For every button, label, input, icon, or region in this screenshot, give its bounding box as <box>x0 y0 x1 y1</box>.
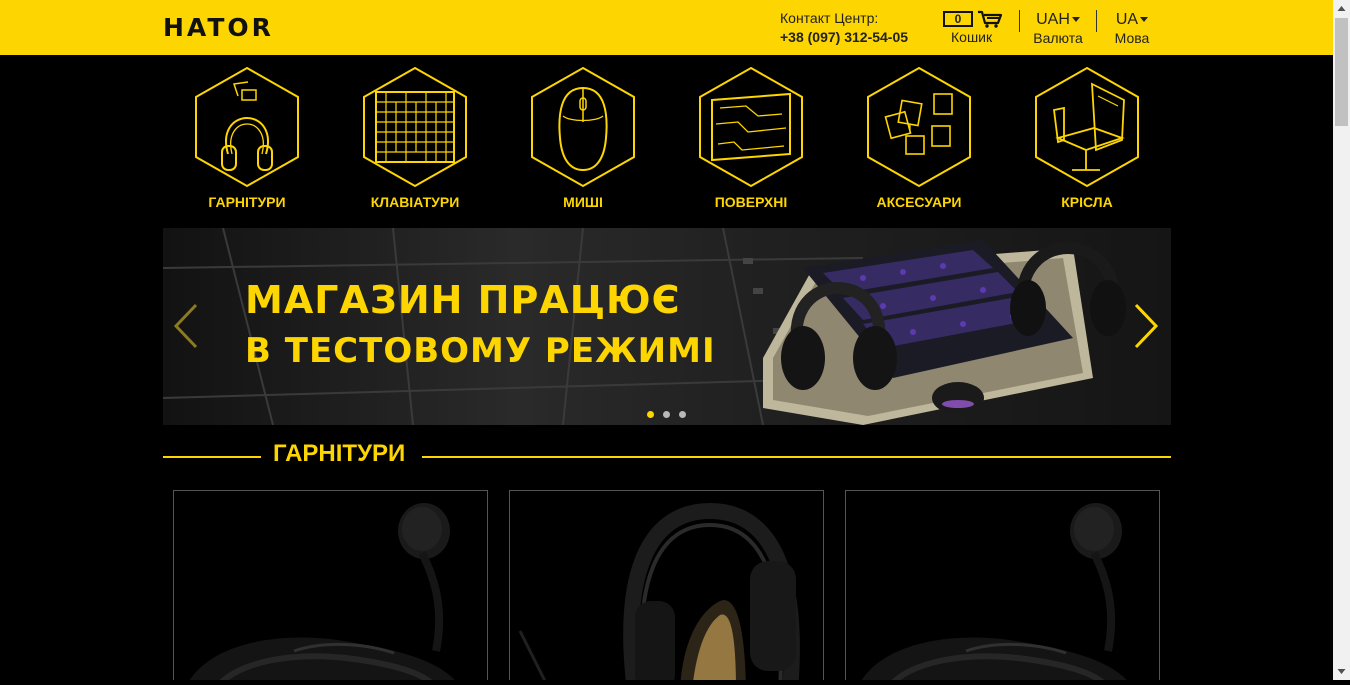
chair-icon <box>1035 66 1139 188</box>
section-header: ГАРНІТУРИ <box>163 440 1171 472</box>
category-chairs[interactable]: КРІСЛА <box>1003 66 1171 210</box>
category-label: ПОВЕРХНІ <box>714 194 788 210</box>
section-title[interactable]: ГАРНІТУРИ <box>273 440 405 468</box>
hator-logo[interactable]: HATOR <box>163 13 274 42</box>
headset-wood-image <box>518 502 800 680</box>
contact-label: Контакт Центр: <box>780 10 879 26</box>
language-label: Мова <box>1114 30 1150 46</box>
category-label: КРІСЛА <box>1061 194 1113 210</box>
chevron-right-icon <box>1134 303 1159 349</box>
category-mousepads[interactable]: ПОВЕРХНІ <box>667 66 835 210</box>
accessories-icon <box>867 66 971 188</box>
slider-dot-1[interactable] <box>647 411 654 418</box>
banner-products-image <box>763 240 1126 425</box>
slider-prev-button[interactable] <box>173 303 199 354</box>
headset-with-mic-image <box>861 503 1127 680</box>
category-label: МИШІ <box>563 194 603 210</box>
category-accessories[interactable]: АКСЕСУАРИ <box>835 66 1003 210</box>
banner-heading-line1: МАГАЗИН ПРАЦЮЄ <box>245 278 681 322</box>
banner-heading-line2: В ТЕСТОВОМУ РЕЖИМІ <box>245 331 716 371</box>
chevron-down-icon <box>1140 17 1149 23</box>
slider-next-button[interactable] <box>1133 303 1159 354</box>
currency-value: UAH <box>1036 11 1070 28</box>
headset-icon <box>195 66 299 188</box>
vertical-scrollbar[interactable] <box>1333 0 1350 680</box>
currency-label: Валюта <box>1033 30 1083 46</box>
product-card[interactable] <box>509 490 824 680</box>
mouse-icon <box>531 66 635 188</box>
mousepad-icon <box>699 66 803 188</box>
chevron-down-icon <box>1071 17 1080 23</box>
top-header: HATOR Контакт Центр: +38 (097) 312-54-05… <box>0 0 1333 55</box>
language-value: UA <box>1115 11 1139 28</box>
header-divider <box>1019 10 1020 32</box>
language-dropdown[interactable]: UA Мова <box>1112 10 1152 46</box>
slider-pagination <box>647 405 695 423</box>
product-card[interactable] <box>173 490 488 680</box>
category-keyboards[interactable]: КЛАВІАТУРИ <box>331 66 499 210</box>
product-card[interactable] <box>845 490 1160 680</box>
slider-dot-2[interactable] <box>663 411 670 418</box>
cart-button[interactable]: 0 Кошик <box>943 10 1005 45</box>
contact-center: Контакт Центр: +38 (097) 312-54-05 <box>780 9 908 47</box>
currency-dropdown[interactable]: UAH Валюта <box>1032 10 1084 46</box>
divider-line <box>422 456 1171 458</box>
scroll-up-arrow-icon[interactable] <box>1333 0 1350 17</box>
headset-with-mic-image <box>189 503 455 680</box>
slider-dot-3[interactable] <box>679 411 686 418</box>
category-nav: ГАРНІТУРИ КЛАВІАТУРИ МИШІ ПОВЕРХНІ АКСЕС… <box>163 66 1171 216</box>
category-headsets[interactable]: ГАРНІТУРИ <box>163 66 331 210</box>
scroll-down-arrow-icon[interactable] <box>1333 663 1350 680</box>
scrollbar-thumb[interactable] <box>1335 18 1348 126</box>
divider-line <box>163 456 261 458</box>
header-divider <box>1096 10 1097 32</box>
category-label: ГАРНІТУРИ <box>208 194 286 210</box>
category-label: КЛАВІАТУРИ <box>370 194 460 210</box>
cart-count: 0 <box>943 11 973 27</box>
chevron-left-icon <box>173 303 198 349</box>
page: HATOR Контакт Центр: +38 (097) 312-54-05… <box>0 0 1333 680</box>
phone-number[interactable]: +38 (097) 312-54-05 <box>780 27 908 47</box>
cart-label: Кошик <box>951 29 993 45</box>
keyboard-icon <box>363 66 467 188</box>
promo-banner[interactable]: МАГАЗИН ПРАЦЮЄ В ТЕСТОВОМУ РЕЖИМІ <box>163 228 1171 425</box>
category-mice[interactable]: МИШІ <box>499 66 667 210</box>
category-label: АКСЕСУАРИ <box>876 194 962 210</box>
